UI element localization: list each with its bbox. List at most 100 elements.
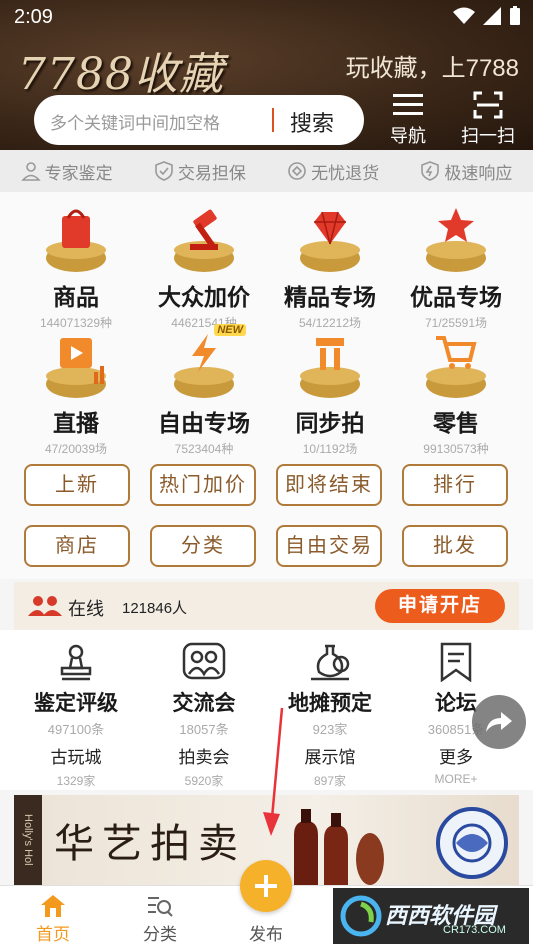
service-count: 897家 <box>313 774 347 788</box>
publish-button[interactable] <box>240 860 292 912</box>
service-stall-booking[interactable]: 地摊预定 923家 <box>266 642 394 738</box>
category-count: 10/1192场 <box>302 442 358 456</box>
search-divider <box>272 108 274 132</box>
service-appraisal[interactable]: 鉴定评级 497100条 <box>12 642 140 738</box>
star-icon <box>426 208 486 272</box>
tag-new[interactable]: 上新 <box>24 464 130 506</box>
wifi-icon <box>453 7 475 24</box>
bookmark-icon <box>440 642 472 683</box>
category-premium[interactable]: 精品专场 54/12212场 <box>266 200 394 331</box>
return-icon <box>288 162 306 180</box>
nav-button[interactable]: 导航 <box>380 88 436 148</box>
tag-ending-soon[interactable]: 即将结束 <box>276 464 382 506</box>
stamp-icon <box>60 644 92 681</box>
category-retail[interactable]: 零售 99130573种 <box>392 326 520 457</box>
battery-icon <box>510 6 520 25</box>
category-title: 自由专场 <box>158 410 250 436</box>
service-title: 古玩城 <box>50 748 102 767</box>
banner-bottles-image <box>294 809 384 885</box>
category-title: 优品专场 <box>410 284 502 310</box>
category-quality[interactable]: 优品专场 71/25591场 <box>392 200 520 331</box>
scan-button[interactable]: 扫一扫 <box>460 88 516 148</box>
service-exhibition[interactable]: 展示馆 897家 <box>266 743 394 789</box>
share-icon <box>486 712 512 732</box>
scan-icon <box>473 91 503 119</box>
scan-label: 扫一扫 <box>461 126 515 146</box>
category-title: 精品专场 <box>284 284 376 310</box>
search-button[interactable]: 搜索 <box>290 106 334 138</box>
watermark-sub: CR173.COM <box>443 924 506 936</box>
cart-icon <box>426 336 486 398</box>
lightning-icon <box>174 334 234 398</box>
service-title: 交流会 <box>172 692 236 715</box>
category-search-icon <box>148 897 173 917</box>
category-count: 7523404种 <box>174 442 234 456</box>
service-count: 5920家 <box>184 774 224 788</box>
nav-category-label: 分类 <box>143 925 177 944</box>
expert-icon <box>20 162 41 181</box>
watermark-logo-icon <box>340 895 382 937</box>
category-sync[interactable]: 同步拍 10/1192场 <box>266 326 394 457</box>
nav-publish[interactable]: 发布 <box>231 920 301 945</box>
online-bar: 在线 121846人 申请开店 <box>14 582 519 630</box>
service-title: 地摊预定 <box>288 692 372 715</box>
plus-icon <box>255 875 277 897</box>
service-title: 鉴定评级 <box>34 692 118 715</box>
assurance-label: 无忧退货 <box>311 163 380 183</box>
service-title: 展示馆 <box>304 748 356 767</box>
nav-category[interactable]: 分类 <box>125 892 195 945</box>
signal-icon <box>483 7 501 25</box>
tag-free-trade[interactable]: 自由交易 <box>276 525 382 567</box>
app-header: 2:09 7788收藏 玩收藏，上7788 多个关键词中间加空格 搜索 导航 扫… <box>0 0 533 150</box>
category-live[interactable]: 直播 47/20039场 <box>12 326 140 457</box>
assurance-response: 极速响应 <box>420 159 512 184</box>
service-antique-city[interactable]: 古玩城 1329家 <box>12 743 140 789</box>
assurance-return: 无忧退货 <box>287 159 379 184</box>
category-count: 99130573种 <box>423 442 489 456</box>
tag-ranking[interactable]: 排行 <box>402 464 508 506</box>
banner-side-text: Holly's Hol <box>14 795 42 885</box>
online-count: 121846人 <box>122 600 188 617</box>
assurance-guarantee: 交易担保 <box>154 159 246 184</box>
category-title: 同步拍 <box>295 410 365 436</box>
share-button[interactable] <box>472 695 526 749</box>
service-more[interactable]: 更多 MORE+ <box>392 743 520 786</box>
apply-shop-button[interactable]: 申请开店 <box>375 589 505 623</box>
service-auction-house[interactable]: 拍卖会 5920家 <box>140 743 268 789</box>
tag-category[interactable]: 分类 <box>150 525 256 567</box>
online-label: 在线 <box>68 599 104 619</box>
status-bar: 2:09 <box>0 0 533 36</box>
service-meetup[interactable]: 交流会 18057条 <box>140 642 268 738</box>
auction-hammer-icon <box>174 209 234 272</box>
assurance-label: 交易担保 <box>177 163 246 183</box>
site-watermark: 西西软件园 CR173.COM <box>333 888 529 944</box>
category-title: 直播 <box>53 410 99 436</box>
diamond-icon <box>300 211 360 272</box>
shopping-bag-icon <box>46 209 106 272</box>
service-count: 923家 <box>312 722 348 737</box>
category-free[interactable]: NEW 自由专场 7523404种 <box>140 324 268 457</box>
nav-home[interactable]: 首页 <box>18 892 88 945</box>
service-count: 497100条 <box>47 722 105 737</box>
people-icon <box>182 642 226 680</box>
new-badge: NEW <box>214 324 246 336</box>
assurance-label: 专家鉴定 <box>44 163 113 183</box>
lightning-shield-icon <box>421 161 440 181</box>
search-input[interactable]: 多个关键词中间加空格 <box>50 109 220 134</box>
tag-wholesale[interactable]: 批发 <box>402 525 508 567</box>
slogan: 玩收藏，上7788 <box>345 55 519 82</box>
nav-label: 导航 <box>390 126 426 146</box>
vase-icon <box>311 644 350 681</box>
category-bidding[interactable]: 大众加价 44621541种 <box>140 200 268 331</box>
shield-icon <box>155 161 173 181</box>
search-box[interactable]: 多个关键词中间加空格 搜索 <box>34 95 364 145</box>
tag-shop[interactable]: 商店 <box>24 525 130 567</box>
brand-logo: 7788收藏 <box>18 49 224 100</box>
banner-plate-image <box>436 807 508 879</box>
live-video-icon <box>46 338 106 398</box>
category-goods[interactable]: 商品 144071329种 <box>12 200 140 331</box>
status-icons <box>453 6 521 26</box>
tag-hot-bid[interactable]: 热门加价 <box>150 464 256 506</box>
menu-icon <box>393 94 423 115</box>
category-title: 零售 <box>433 410 479 436</box>
